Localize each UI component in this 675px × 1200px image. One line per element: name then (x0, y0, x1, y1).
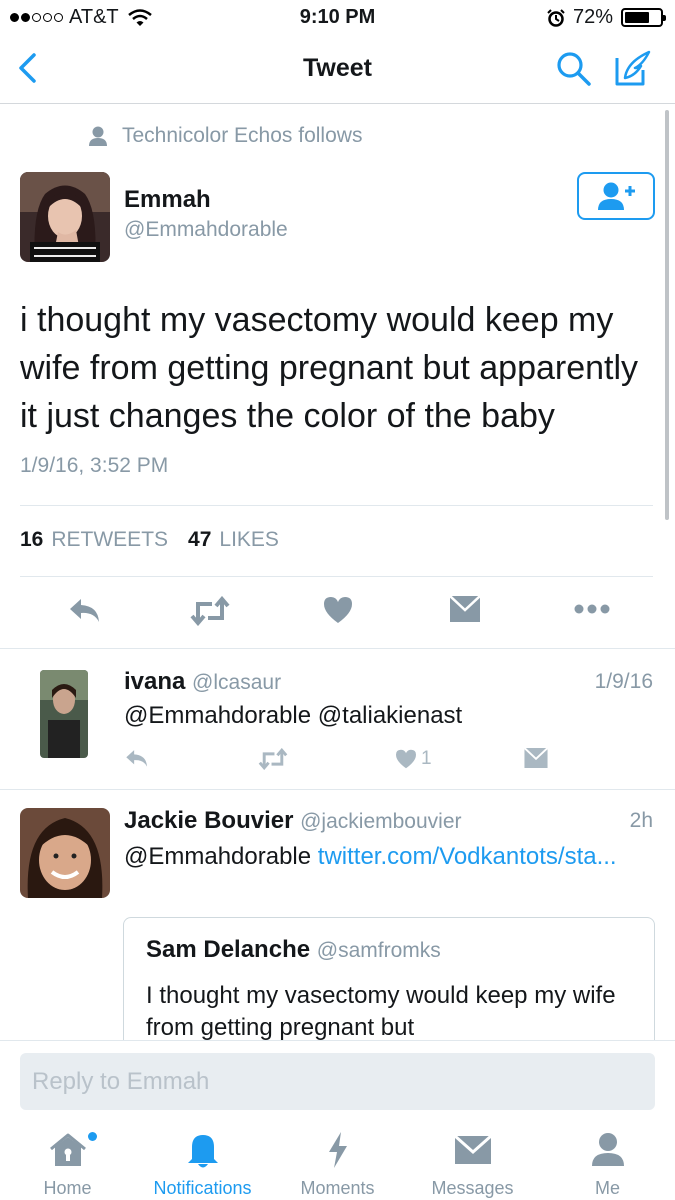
search-icon[interactable] (555, 50, 593, 88)
navigation-bar: Tweet (0, 36, 675, 104)
tab-bar: Home Notifications Moments Messages Me (0, 1122, 675, 1200)
social-context: Technicolor Echos follows (88, 124, 362, 148)
quoted-tweet[interactable]: Sam Delanche @samfromks I thought my vas… (123, 917, 655, 1057)
reply-actions: 1 (124, 748, 644, 776)
retweet-icon[interactable] (190, 596, 230, 626)
tweet-actions (0, 592, 675, 632)
more-options-icon[interactable] (574, 604, 610, 614)
home-icon (49, 1133, 86, 1166)
reply-date: 2h (629, 809, 653, 832)
tweet-timestamp: 1/9/16, 3:52 PM (20, 454, 169, 477)
social-context-label: Technicolor Echos follows (122, 124, 363, 147)
author-handle[interactable]: @Emmahdorable (124, 218, 288, 242)
envelope-icon (454, 1136, 491, 1164)
reply-text: @Emmahdorable twitter.com/Vodkantots/sta… (124, 841, 644, 873)
quoted-author-handle: @samfromks (316, 939, 441, 962)
tweet-text: i thought my vasectomy would keep my wif… (20, 301, 639, 435)
reply-author-name[interactable]: ivana (124, 668, 185, 695)
like-icon (396, 749, 416, 769)
tweet-stats: 16 RETWEETS 47 LIKES (20, 528, 279, 552)
reply-input[interactable] (20, 1053, 655, 1110)
tab-notifications[interactable]: Notifications (135, 1130, 270, 1199)
tab-messages[interactable]: Messages (405, 1130, 540, 1199)
lightning-icon (328, 1132, 347, 1168)
reply-icon (126, 750, 147, 767)
reply-date: 1/9/16 (594, 670, 653, 693)
follow-button[interactable] (577, 172, 655, 220)
tab-notifications-label: Notifications (153, 1178, 252, 1198)
compose-tweet-icon[interactable] (613, 48, 653, 88)
reply-retweet-button[interactable] (258, 748, 288, 770)
tab-messages-label: Messages (431, 1178, 514, 1198)
tab-home[interactable]: Home (0, 1130, 135, 1199)
reply-item[interactable]: ivana @lcasaur 1/9/16 @Emmahdorable @tal… (0, 648, 675, 788)
person-icon (591, 1133, 624, 1166)
reply-bar (0, 1040, 675, 1122)
reply-avatar[interactable] (40, 670, 88, 758)
retweets-count[interactable]: 16 (20, 528, 43, 552)
retweet-icon (258, 748, 288, 770)
reply-like-button[interactable]: 1 (395, 748, 432, 770)
likes-label[interactable]: LIKES (219, 528, 279, 552)
unread-dot (88, 1132, 97, 1141)
reply-link[interactable]: twitter.com/Vodkantots/sta... (318, 843, 617, 870)
battery-area: 72% (547, 6, 666, 29)
bell-icon (187, 1135, 218, 1168)
divider (20, 576, 653, 577)
alarm-icon (547, 8, 565, 27)
direct-message-icon[interactable] (450, 596, 480, 622)
tab-home-label: Home (43, 1178, 92, 1198)
likes-count[interactable]: 47 (188, 528, 211, 552)
tab-me[interactable]: Me (540, 1130, 675, 1199)
add-user-icon (598, 182, 635, 210)
divider (20, 505, 653, 506)
reply-author-handle[interactable]: @jackiembouvier (300, 810, 461, 833)
reply-icon[interactable] (68, 596, 102, 624)
battery-icon (621, 8, 666, 27)
tab-me-label: Me (594, 1178, 620, 1198)
quoted-author: Sam Delanche @samfromks (146, 936, 441, 964)
scroll-indicator[interactable] (665, 110, 669, 520)
reply-author-handle[interactable]: @lcasaur (192, 671, 281, 694)
status-bar: AT&T 9:10 PM 72% (0, 0, 675, 36)
reply-avatar[interactable] (20, 808, 110, 898)
reply-author[interactable]: Jackie Bouvier @jackiembouvier (124, 807, 462, 835)
direct-message-icon (524, 748, 548, 768)
tab-moments[interactable]: Moments (270, 1130, 405, 1199)
person-icon (89, 126, 107, 146)
reply-author[interactable]: ivana @lcasaur (124, 668, 281, 696)
retweets-label[interactable]: RETWEETS (51, 528, 168, 552)
reply-text: @Emmahdorable @taliakienast (124, 702, 463, 729)
reply-author-name[interactable]: Jackie Bouvier (124, 807, 293, 834)
like-icon[interactable] (323, 596, 353, 624)
reply-reply-button[interactable] (124, 748, 150, 768)
battery-percent: 72% (572, 6, 613, 28)
quoted-text: I thought my vasectomy would keep my wif… (146, 982, 616, 1041)
author-avatar[interactable] (20, 172, 110, 262)
reply-mention[interactable]: @Emmahdorable (124, 843, 318, 870)
tab-moments-label: Moments (300, 1178, 375, 1198)
author-name[interactable]: Emmah (124, 186, 211, 214)
quoted-author-name: Sam Delanche (146, 936, 311, 963)
reply-like-count: 1 (421, 748, 432, 769)
battery-level (625, 12, 650, 23)
reply-message-button[interactable] (524, 748, 548, 768)
